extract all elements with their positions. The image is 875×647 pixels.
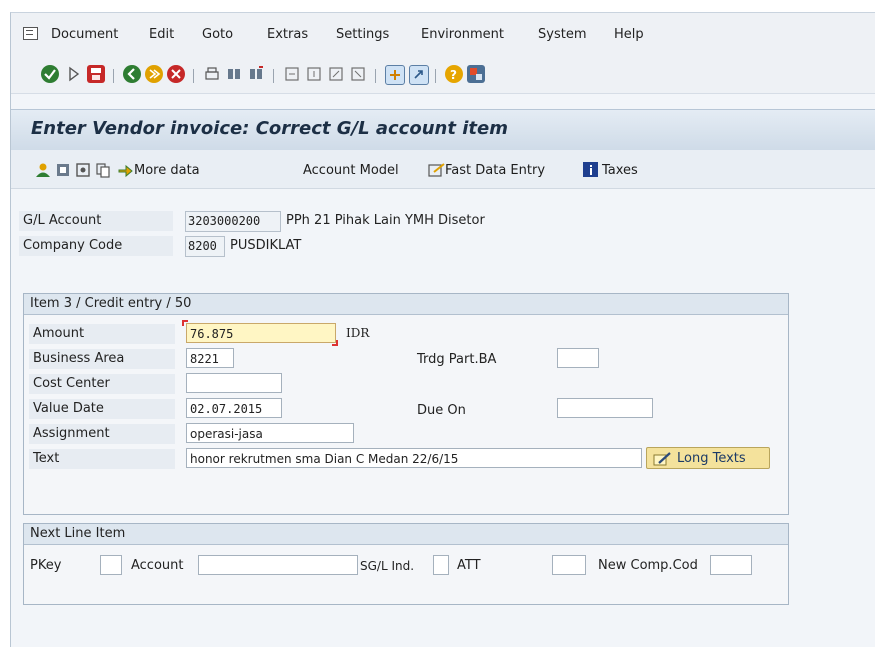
sap-window: Document Edit Goto Extras Settings Envir… <box>10 12 875 647</box>
user-icon[interactable] <box>35 162 50 177</box>
find-next-icon[interactable] <box>247 65 265 83</box>
sgl-ind-label: SG/L Ind. <box>360 559 415 573</box>
value-date-input[interactable]: 02.07.2015 <box>186 398 282 418</box>
more-data-button[interactable]: More data <box>134 163 200 178</box>
focus-marker <box>332 340 338 346</box>
new-comp-code-input[interactable] <box>710 555 752 575</box>
pkey-label: PKey <box>30 558 62 573</box>
account-label: Account <box>131 558 184 573</box>
assignment-input[interactable]: operasi-jasa <box>186 423 354 443</box>
toolbar-separator <box>435 69 436 83</box>
account-model-button[interactable]: Account Model <box>303 163 399 178</box>
text-input[interactable]: honor rekrutmen sma Dian C Medan 22/6/15 <box>186 448 642 468</box>
gl-account-field: 3203000200 <box>185 211 281 232</box>
pkey-input[interactable] <box>100 555 122 575</box>
menu-bar: Document Edit Goto Extras Settings Envir… <box>11 13 875 57</box>
cost-center-input[interactable] <box>186 373 282 393</box>
company-code-label: Company Code <box>19 236 173 256</box>
item-group-box: Item 3 / Credit entry / 50 Amount 76.875… <box>23 293 789 515</box>
enter-checkmark-icon[interactable] <box>41 65 59 83</box>
value-date-label: Value Date <box>29 399 175 419</box>
due-on-input[interactable] <box>557 398 653 418</box>
due-on-label: Due On <box>417 403 466 418</box>
more-data-arrow-icon[interactable] <box>117 162 133 178</box>
find-icon[interactable] <box>225 65 243 83</box>
taxes-info-icon[interactable] <box>583 162 598 177</box>
screen-title-bar: Enter Vendor invoice: Correct G/L accoun… <box>11 109 875 151</box>
new-comp-code-label: New Comp.Cod <box>598 558 698 573</box>
application-toolbar: More data Account Model Fast Data Entry … <box>11 150 875 189</box>
gl-account-description: PPh 21 Pihak Lain YMH Disetor <box>286 213 485 228</box>
fast-data-entry-icon[interactable] <box>428 162 445 177</box>
gl-account-label: G/L Account <box>19 211 173 231</box>
business-area-input[interactable]: 8221 <box>186 348 234 368</box>
help-icon[interactable]: ? <box>445 65 463 83</box>
document-icon[interactable] <box>55 162 70 177</box>
assignment-label: Assignment <box>29 424 175 444</box>
taxes-button[interactable]: Taxes <box>602 163 638 178</box>
amount-label: Amount <box>29 324 175 344</box>
amount-input[interactable]: 76.875 <box>186 323 336 343</box>
next-page-icon[interactable] <box>327 65 345 83</box>
menu-document[interactable]: Document <box>51 27 118 42</box>
copy-icon[interactable] <box>95 162 110 178</box>
menu-settings[interactable]: Settings <box>336 27 389 42</box>
last-page-icon[interactable] <box>349 65 367 83</box>
create-session-icon[interactable] <box>385 65 405 85</box>
account-input[interactable] <box>198 555 358 575</box>
shortcut-icon[interactable] <box>409 65 429 85</box>
text-label: Text <box>29 449 175 469</box>
long-texts-button[interactable]: Long Texts <box>646 447 770 469</box>
previous-page-icon[interactable] <box>305 65 323 83</box>
trdg-part-ba-input[interactable] <box>557 348 599 368</box>
menu-goto[interactable]: Goto <box>202 27 233 42</box>
toolbar-separator <box>375 69 376 83</box>
save-icon[interactable] <box>87 65 105 83</box>
next-line-item-box: Next Line Item PKey Account SG/L Ind. AT… <box>23 523 789 605</box>
company-code-field: 8200 <box>185 236 225 257</box>
document-overview-icon[interactable] <box>75 162 90 177</box>
exit-icon[interactable] <box>145 65 163 83</box>
item-group-title: Item 3 / Credit entry / 50 <box>24 294 788 315</box>
company-code-description: PUSDIKLAT <box>230 238 302 253</box>
menu-edit[interactable]: Edit <box>149 27 174 42</box>
currency-text: IDR <box>346 326 370 340</box>
long-texts-label: Long Texts <box>677 451 746 466</box>
att-label: ATT <box>457 558 481 573</box>
toolbar-separator <box>193 69 194 83</box>
first-page-icon[interactable] <box>283 65 301 83</box>
menu-extras[interactable]: Extras <box>267 27 308 42</box>
standard-toolbar: ? <box>11 57 875 94</box>
page-title: Enter Vendor invoice: Correct G/L accoun… <box>31 118 508 139</box>
next-line-item-title: Next Line Item <box>24 524 788 545</box>
trdg-part-ba-label: Trdg Part.BA <box>417 352 497 367</box>
toolbar-separator <box>113 69 114 83</box>
cancel-icon[interactable] <box>167 65 185 83</box>
pencil-note-icon <box>653 452 671 466</box>
menu-system[interactable]: System <box>538 27 586 42</box>
sgl-ind-input[interactable] <box>433 555 449 575</box>
print-icon[interactable] <box>203 65 221 83</box>
att-input[interactable] <box>552 555 586 575</box>
menu-environment[interactable]: Environment <box>421 27 504 42</box>
command-field-arrow-icon[interactable] <box>65 65 83 83</box>
cost-center-label: Cost Center <box>29 374 175 394</box>
customize-layout-icon[interactable] <box>467 65 485 83</box>
svg-text:?: ? <box>450 68 457 82</box>
business-area-label: Business Area <box>29 349 175 369</box>
focus-marker <box>182 320 188 326</box>
toolbar-separator <box>273 69 274 83</box>
fast-data-entry-button[interactable]: Fast Data Entry <box>445 163 545 178</box>
back-icon[interactable] <box>123 65 141 83</box>
menu-help[interactable]: Help <box>614 27 644 42</box>
system-menu-icon[interactable] <box>23 27 38 40</box>
